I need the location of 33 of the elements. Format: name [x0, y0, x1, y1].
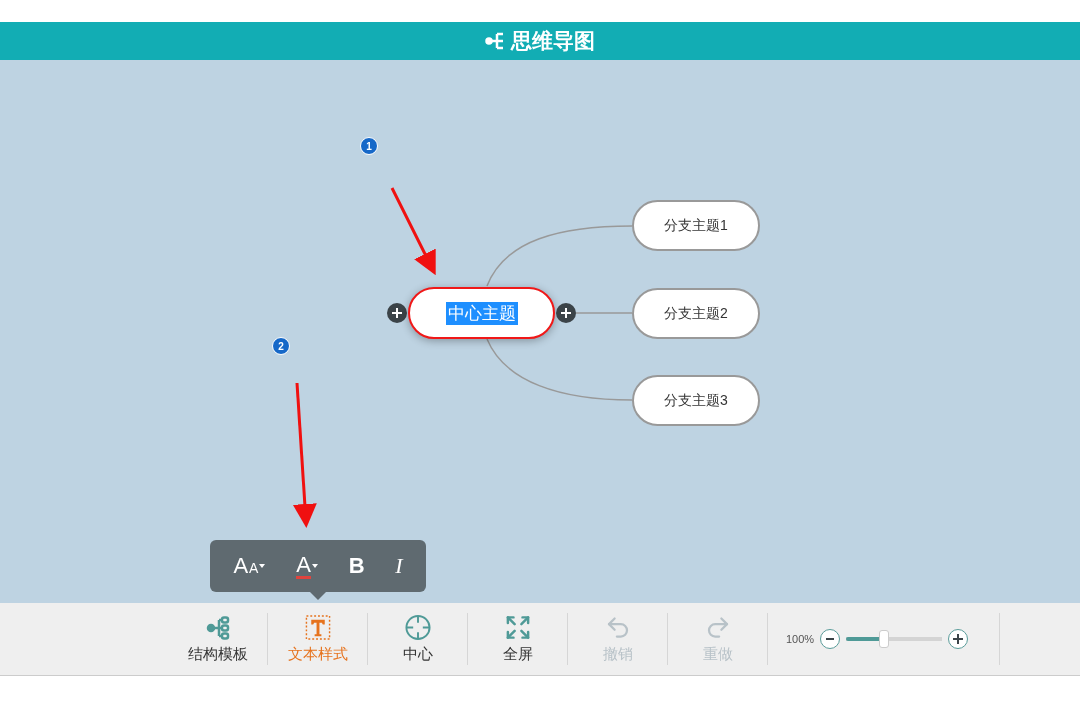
plus-icon: [560, 307, 572, 319]
font-color-button[interactable]: A: [292, 551, 322, 581]
topic-text: 分支主题3: [663, 391, 729, 410]
zoom-out-button[interactable]: [820, 629, 841, 649]
central-topic[interactable]: 中心主题: [408, 287, 555, 339]
caret-icon: [259, 564, 266, 568]
add-node-button[interactable]: [556, 303, 576, 323]
italic-button[interactable]: I: [391, 551, 407, 581]
branch-topic[interactable]: 分支主题3: [632, 375, 760, 426]
toolbar-button[interactable]: 结构模板: [168, 613, 268, 665]
topic-text: 中心主题: [445, 301, 518, 325]
structure-icon: [204, 614, 231, 641]
toolbar-button[interactable]: 中心: [368, 613, 468, 665]
bold-button[interactable]: B: [344, 551, 369, 581]
topic-text: 分支主题1: [663, 216, 729, 235]
slider-thumb[interactable]: [878, 630, 889, 648]
plus-icon: [952, 633, 965, 645]
topic-text: 分支主题2: [663, 304, 729, 323]
text-box-icon: [303, 614, 332, 641]
caret-icon: [311, 564, 318, 568]
branch-topic[interactable]: 分支主题2: [632, 288, 760, 339]
plus-icon: [391, 307, 403, 319]
zoom-in-button[interactable]: [948, 629, 969, 649]
step-marker: 2: [272, 337, 290, 355]
app-title: 思维导图: [511, 28, 595, 54]
add-node-button[interactable]: [387, 303, 407, 323]
connector-line: [575, 312, 633, 314]
zoom-value: 100%: [786, 633, 815, 645]
step-marker: 1: [360, 137, 378, 155]
font-size-button[interactable]: AA: [229, 551, 270, 581]
branch-topic[interactable]: 分支主题1: [632, 200, 760, 251]
crosshair-icon: [403, 614, 432, 641]
toolbar-button[interactable]: 全屏: [468, 613, 568, 665]
